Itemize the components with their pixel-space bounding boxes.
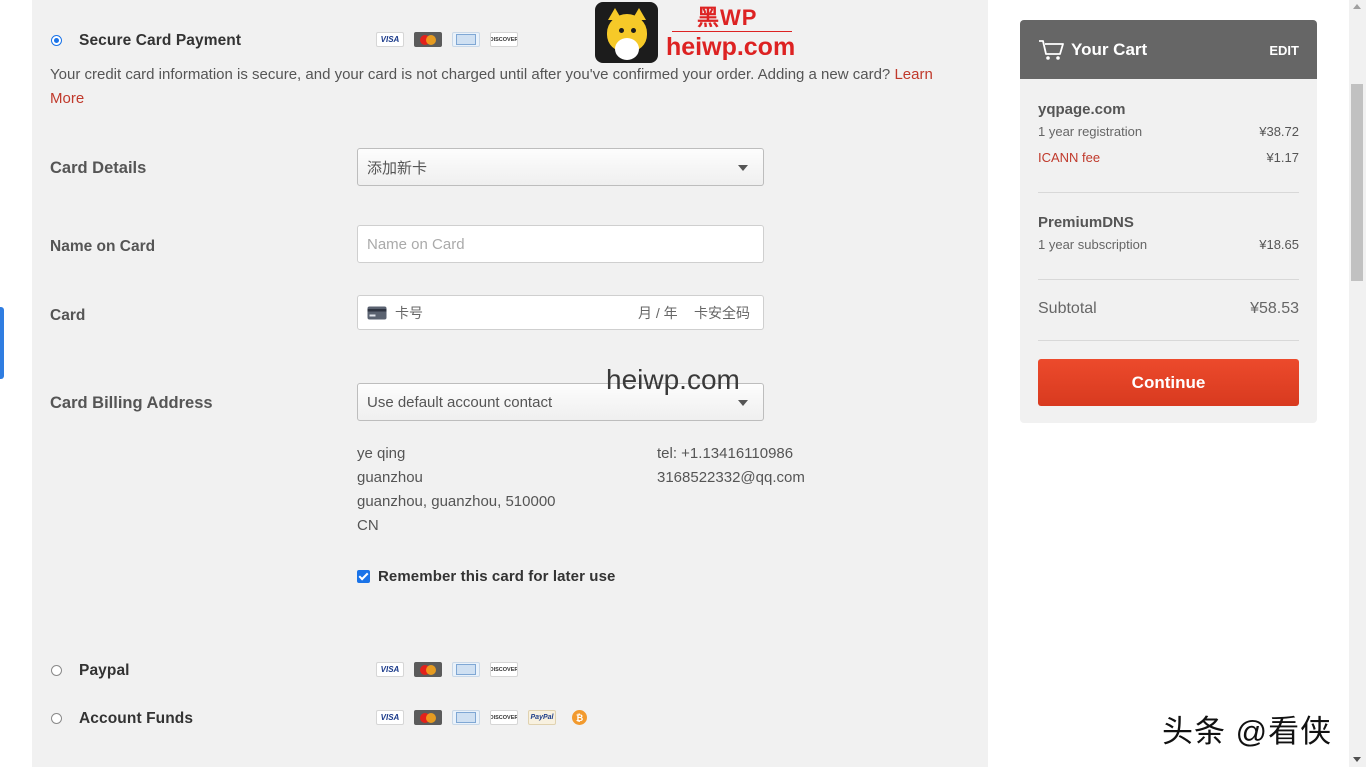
scroll-up-icon[interactable] (1353, 4, 1361, 9)
scroll-down-icon[interactable] (1353, 757, 1361, 762)
visa-icon: VISA (376, 662, 404, 677)
mastercard-icon (414, 662, 442, 677)
subtotal-label: Subtotal (1038, 300, 1097, 317)
cart-divider (1038, 192, 1299, 193)
account-funds-label: Account Funds (79, 710, 194, 727)
secure-description: Your credit card information is secure, … (50, 63, 950, 111)
card-number-placeholder: 卡号 (395, 304, 423, 321)
visa-icon: VISA (376, 710, 404, 725)
remember-card-checkbox[interactable] (357, 570, 370, 583)
chevron-down-icon (738, 165, 748, 171)
cart-item-domain-name: yqpage.com (1038, 101, 1126, 118)
card-details-label: Card Details (50, 159, 147, 177)
billing-contact-block: tel: +1.13416110986 3168522332@qq.com (657, 442, 805, 490)
billing-address-value: Use default account contact (367, 393, 553, 411)
secure-card-label: Secure Card Payment (79, 32, 242, 49)
secure-description-text: Your credit card information is secure, … (50, 66, 891, 83)
watermark-logo-title: 黑WP (697, 5, 758, 30)
cart-item-domain-term: 1 year registration (1038, 124, 1143, 139)
contact-phone: tel: +1.13416110986 (657, 445, 794, 462)
cart-item-fee-line: ICANN fee ¥1.17 (1038, 150, 1299, 165)
cart-title: Your Cart (1071, 40, 1148, 59)
card-details-value: 添加新卡 (367, 159, 428, 177)
cart-item-dns-line: 1 year subscription ¥18.65 (1038, 237, 1299, 252)
watermark-logo-icon (595, 2, 658, 63)
cart-item-dns-price: ¥18.65 (1259, 237, 1299, 252)
cart-divider (1038, 279, 1299, 280)
mastercard-icon (414, 32, 442, 47)
account-funds-radio[interactable] (51, 713, 62, 724)
watermark-underline (672, 31, 792, 32)
icann-fee-price: ¥1.17 (1266, 150, 1299, 165)
shopping-cart-icon (1039, 40, 1064, 60)
discover-icon: DISCOVER (490, 710, 518, 725)
side-feedback-tab[interactable] (0, 307, 4, 379)
cart-item-domain-price: ¥38.72 (1259, 124, 1299, 139)
card-details-select[interactable]: 添加新卡 (357, 148, 764, 186)
discover-icon: DISCOVER (490, 32, 518, 47)
cart-item-dns-term: 1 year subscription (1038, 237, 1148, 252)
address-line: ye qing (357, 445, 406, 462)
cart-subtotal-row: Subtotal ¥58.53 (1038, 300, 1299, 318)
amex-icon (452, 662, 480, 677)
cart-item-dns-name: PremiumDNS (1038, 214, 1134, 231)
contact-email: 3168522332@qq.com (657, 469, 805, 486)
card-logos-paypal: VISA DISCOVER (376, 662, 518, 677)
card-number-input[interactable]: 卡号 月 / 年 卡安全码 (357, 295, 764, 330)
mastercard-icon (414, 710, 442, 725)
billing-address-block: ye qing guanzhou guanzhou, guanzhou, 510… (357, 442, 556, 538)
secure-card-radio[interactable] (51, 35, 62, 46)
billing-address-label: Card Billing Address (50, 394, 213, 412)
watermark-logo-url: heiwp.com (666, 33, 796, 61)
amex-icon (452, 32, 480, 47)
address-line: guanzhou (357, 469, 423, 486)
watermark-center-text: heiwp.com (606, 364, 740, 395)
paypal-icon: PayPal (528, 710, 556, 725)
card-expiry-placeholder: 月 / 年 (638, 304, 678, 321)
name-on-card-input[interactable]: Name on Card (357, 225, 764, 263)
credit-card-icon (367, 306, 387, 319)
address-line: guanzhou, guanzhou, 510000 (357, 493, 556, 510)
card-cvc-placeholder: 卡安全码 (694, 304, 750, 321)
chevron-down-icon (738, 400, 748, 406)
corner-watermark: 头条 @看侠 (1162, 714, 1333, 749)
subtotal-value: ¥58.53 (1250, 300, 1299, 317)
cart-divider (1038, 340, 1299, 341)
paypal-label: Paypal (79, 662, 130, 679)
paypal-radio[interactable] (51, 665, 62, 676)
bitcoin-icon: ₿ (572, 710, 587, 725)
cart-header: Your Cart EDIT (1020, 20, 1317, 79)
name-on-card-placeholder: Name on Card (367, 235, 465, 253)
visa-icon: VISA (376, 32, 404, 47)
cart-panel: Your Cart EDIT yqpage.com 1 year registr… (1020, 20, 1317, 423)
cart-item-domain-line: 1 year registration ¥38.72 (1038, 124, 1299, 139)
card-logos-secure: VISA DISCOVER (376, 32, 518, 47)
icann-fee-label: ICANN fee (1038, 150, 1101, 165)
discover-icon: DISCOVER (490, 662, 518, 677)
card-logos-funds: VISA DISCOVER PayPal ₿ (376, 710, 587, 725)
continue-button[interactable]: Continue (1038, 359, 1299, 406)
name-on-card-label: Name on Card (50, 238, 156, 255)
card-label: Card (50, 307, 86, 324)
address-line: CN (357, 517, 379, 534)
remember-card-label: Remember this card for later use (378, 568, 616, 585)
scrollbar-thumb[interactable] (1351, 84, 1363, 281)
amex-icon (452, 710, 480, 725)
cart-edit-link[interactable]: EDIT (1269, 43, 1299, 58)
